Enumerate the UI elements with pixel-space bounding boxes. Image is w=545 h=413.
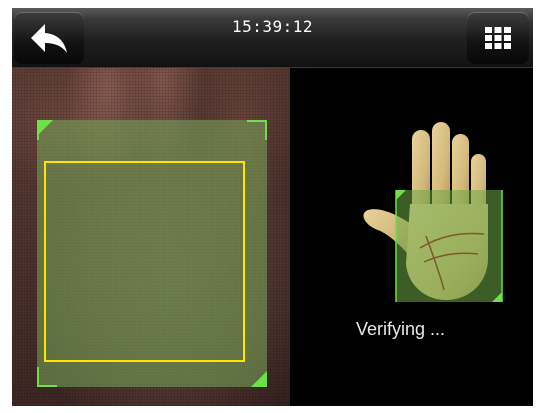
palm-camera-preview [12,68,290,406]
grid-menu-icon [485,27,511,49]
zone-edge [37,385,57,387]
verification-status: Verifying ... [355,319,446,339]
zone-edge [247,120,267,122]
guide-panel: Verifying ... [290,68,533,406]
menu-button[interactable] [467,12,529,64]
zone-edge [37,367,39,387]
palm-guide-icon [363,122,503,302]
zone-edge [265,120,267,140]
palm-capture-box [44,161,245,362]
zone-corner-bottom-right [251,371,267,387]
clock: 15:39:12 [231,17,314,36]
zone-edge [37,120,39,140]
zone-corner-top-left [37,120,53,136]
device-screen: 15:39:12 Verifying ... [12,8,533,406]
top-bar: 15:39:12 [12,8,533,68]
